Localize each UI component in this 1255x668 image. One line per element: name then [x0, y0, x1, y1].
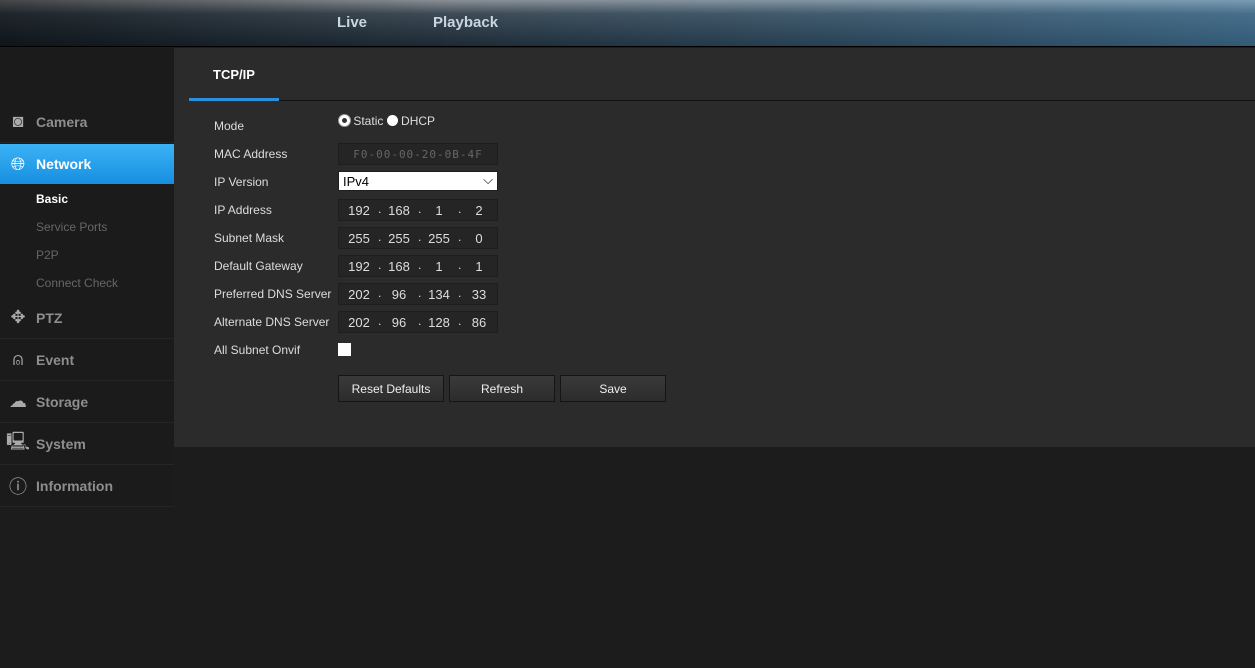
gateway-octet[interactable]: 1 [424, 259, 454, 274]
dns2-field[interactable]: 202. 96. 128. 86 [338, 311, 498, 333]
dns2-octet[interactable]: 202 [344, 315, 374, 330]
tab-playback[interactable]: Playback [433, 14, 498, 31]
dns1-octet[interactable]: 96 [384, 287, 414, 302]
ip-octet[interactable]: 1 [424, 203, 454, 218]
mac-address-field: F0-00-00-20-0B-4F [338, 143, 498, 165]
top-header: Live Playback [0, 0, 1255, 47]
tab-tcpip[interactable]: TCP/IP [189, 62, 279, 101]
octet-separator: . [458, 286, 462, 300]
dns2-label: Alternate DNS Server [214, 315, 330, 329]
chevron-down-icon: ⌵ [483, 172, 493, 187]
subnet-field[interactable]: 255. 255. 255. 0 [338, 227, 498, 249]
settings-panel: TCP/IP [174, 48, 1255, 447]
ip-octet[interactable]: 192 [344, 203, 374, 218]
octet-separator: . [418, 202, 422, 216]
onvif-label: All Subnet Onvif [214, 343, 301, 357]
sidebar-item-event[interactable]: ⍝ Event [0, 339, 174, 381]
network-globe-icon: 🌐︎ [10, 153, 26, 174]
mode-radio-group: Static DHCP [339, 114, 435, 128]
sidebar-item-camera[interactable]: ◙ Camera [0, 101, 174, 143]
dns2-octet[interactable]: 128 [424, 315, 454, 330]
sidebar-item-storage[interactable]: ☁ Storage [0, 381, 174, 423]
ip-field[interactable]: 192. 168. 1. 2 [338, 199, 498, 221]
tab-divider [189, 100, 1255, 101]
subnet-octet[interactable]: 0 [464, 231, 494, 246]
mac-label: MAC Address [214, 147, 288, 161]
sidebar-item-ptz[interactable]: ✥ PTZ [0, 297, 174, 339]
reset-defaults-button[interactable]: Reset Defaults [338, 375, 444, 402]
dns1-field[interactable]: 202. 96. 134. 33 [338, 283, 498, 305]
computer-icon: 🖳︎ [5, 430, 30, 451]
sidebar-item-information[interactable]: ⓘ Information [0, 465, 174, 507]
gateway-field[interactable]: 192. 168. 1. 1 [338, 255, 498, 277]
all-subnet-onvif-checkbox[interactable] [338, 343, 351, 356]
subnet-octet[interactable]: 255 [344, 231, 374, 246]
sidebar-item-network[interactable]: 🌐︎ Network [0, 144, 183, 184]
dns2-octet[interactable]: 96 [384, 315, 414, 330]
octet-separator: . [418, 258, 422, 272]
refresh-button[interactable]: Refresh [449, 375, 555, 402]
sidebar: ◙ Camera 🌐︎ Network Basic Service Ports P2… [0, 48, 183, 508]
octet-separator: . [458, 202, 462, 216]
octet-separator: . [458, 314, 462, 328]
ptz-arrows-icon: ✥ [10, 307, 26, 327]
dhcp-radio[interactable] [386, 115, 398, 126]
octet-separator: . [418, 230, 422, 244]
octet-separator: . [418, 314, 422, 328]
sidebar-sub-p2p[interactable]: P2P [36, 248, 59, 262]
save-button[interactable]: Save [560, 375, 666, 402]
sidebar-sub-connect-check[interactable]: Connect Check [36, 276, 118, 290]
octet-separator: . [458, 230, 462, 244]
dns1-label: Preferred DNS Server [214, 287, 332, 301]
octet-separator: . [378, 258, 382, 272]
ip-octet[interactable]: 2 [464, 203, 494, 218]
octet-separator: . [378, 230, 382, 244]
sidebar-sub-service-ports[interactable]: Service Ports [36, 220, 107, 234]
mode-label: Mode [214, 119, 245, 133]
gateway-octet[interactable]: 168 [384, 259, 414, 274]
alarm-icon: ⍝ [12, 349, 24, 369]
static-radio[interactable] [339, 115, 350, 126]
dns1-octet[interactable]: 202 [344, 287, 374, 302]
camera-icon: ◙ [12, 111, 24, 131]
dns1-octet[interactable]: 134 [424, 287, 454, 302]
ip-version-select[interactable]: IPv4 ⌵ [338, 171, 498, 191]
dns1-octet[interactable]: 33 [464, 287, 494, 302]
subnet-octet[interactable]: 255 [384, 231, 414, 246]
octet-separator: . [418, 286, 422, 300]
dns2-octet[interactable]: 86 [464, 315, 494, 330]
ip-label: IP Address [214, 203, 272, 217]
ip-octet[interactable]: 168 [384, 203, 414, 218]
sidebar-item-system[interactable]: 🖳︎ System [0, 423, 174, 465]
gateway-label: Default Gateway [214, 259, 303, 273]
octet-separator: . [378, 286, 382, 300]
tab-live[interactable]: Live [337, 14, 367, 31]
ip-version-label: IP Version [214, 175, 269, 189]
gateway-octet[interactable]: 192 [344, 259, 374, 274]
gateway-octet[interactable]: 1 [464, 259, 494, 274]
sidebar-sub-basic[interactable]: Basic [36, 192, 68, 206]
subnet-label: Subnet Mask [214, 231, 285, 245]
octet-separator: . [458, 258, 462, 272]
octet-separator: . [378, 202, 382, 216]
subnet-octet[interactable]: 255 [424, 231, 454, 246]
cloud-storage-icon: ☁ [9, 391, 27, 411]
octet-separator: . [378, 314, 382, 328]
info-icon: ⓘ [9, 476, 27, 497]
